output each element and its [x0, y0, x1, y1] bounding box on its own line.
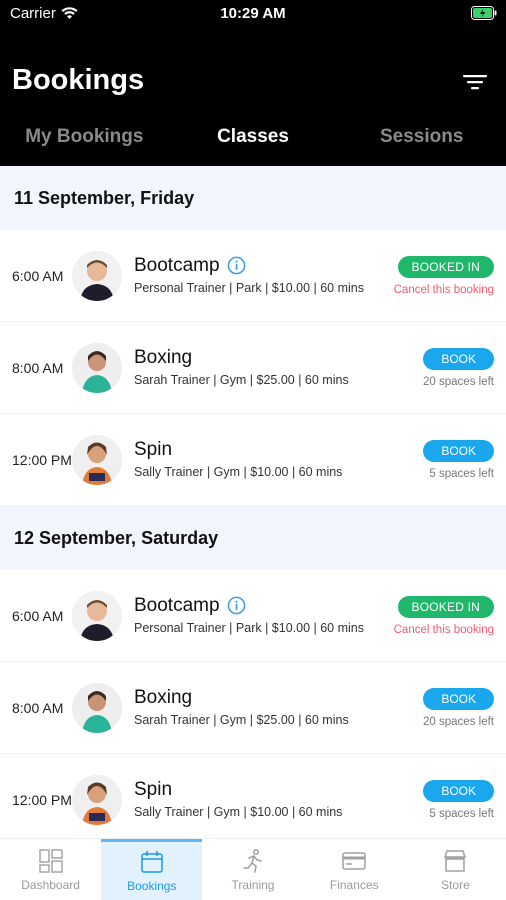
dashboard-icon [38, 848, 63, 873]
nav-training[interactable]: Training [202, 839, 303, 900]
class-row[interactable]: 8:00 AM Boxing Sarah Trainer | Gym | $25… [0, 322, 506, 414]
trainer-avatar [72, 342, 122, 393]
class-name: Bootcamp [134, 594, 220, 616]
booked-in-badge[interactable]: BOOKED IN [397, 255, 494, 278]
class-row[interactable]: 6:00 AM Bootcamp Personal Trainer | Park… [0, 230, 506, 322]
running-icon [243, 848, 262, 873]
class-details: Personal Trainer | Park | $10.00 | 60 mi… [134, 620, 364, 635]
info-icon[interactable] [227, 596, 246, 615]
nav-label: Training [231, 877, 275, 892]
trainer-avatar [72, 774, 122, 825]
book-button[interactable]: BOOK [423, 779, 494, 802]
bottom-nav: Dashboard Bookings Training Finances Sto… [0, 838, 506, 900]
class-details: Sarah Trainer | Gym | $25.00 | 60 mins [134, 372, 349, 387]
nav-label: Dashboard [21, 877, 80, 892]
book-button[interactable]: BOOK [423, 347, 494, 370]
spaces-left: 20 spaces left [423, 715, 494, 728]
tab-sessions[interactable]: Sessions [337, 118, 506, 158]
class-time: 8:00 AM [12, 699, 64, 716]
class-row[interactable]: 6:00 AM Bootcamp Personal Trainer | Park… [0, 570, 506, 662]
calendar-icon [141, 851, 163, 873]
class-details: Sally Trainer | Gym | $10.00 | 60 mins [134, 804, 343, 819]
nav-finances[interactable]: Finances [304, 839, 405, 900]
trainer-avatar [72, 434, 122, 485]
class-time: 6:00 AM [12, 607, 64, 624]
day-header: 11 September, Friday [0, 166, 506, 230]
spaces-left: 5 spaces left [429, 807, 494, 820]
class-details: Personal Trainer | Park | $10.00 | 60 mi… [134, 280, 364, 295]
cancel-booking-link[interactable]: Cancel this booking [394, 284, 494, 296]
class-time: 12:00 PM [12, 451, 72, 468]
tab-bar: My Bookings Classes Sessions [0, 118, 506, 158]
nav-label: Store [441, 877, 470, 892]
class-time: 6:00 AM [12, 267, 64, 284]
trainer-avatar [72, 682, 122, 733]
class-name: Boxing [134, 346, 193, 368]
class-name: Boxing [134, 686, 193, 708]
header-bar: Carrier 10:29 AM Bookings My Bookings Cl… [0, 0, 506, 166]
clock: 10:29 AM [220, 5, 286, 22]
filter-icon[interactable] [462, 72, 488, 92]
tab-classes[interactable]: Classes [169, 118, 338, 158]
class-details: Sarah Trainer | Gym | $25.00 | 60 mins [134, 712, 349, 727]
spaces-left: 20 spaces left [423, 375, 494, 388]
class-details: Sally Trainer | Gym | $10.00 | 60 mins [134, 464, 343, 479]
battery-icon [471, 6, 497, 20]
class-name: Spin [134, 438, 173, 460]
class-name: Bootcamp [134, 254, 220, 276]
trainer-avatar [72, 250, 122, 301]
nav-store[interactable]: Store [405, 839, 506, 900]
nav-dashboard[interactable]: Dashboard [0, 839, 101, 900]
class-time: 8:00 AM [12, 359, 64, 376]
class-name: Spin [134, 778, 173, 800]
tab-my-bookings[interactable]: My Bookings [0, 118, 169, 158]
day-header: 12 September, Saturday [0, 506, 506, 570]
nav-bookings[interactable]: Bookings [101, 839, 203, 900]
spaces-left: 5 spaces left [429, 467, 494, 480]
class-row[interactable]: 8:00 AM Boxing Sarah Trainer | Gym | $25… [0, 662, 506, 754]
booked-in-badge[interactable]: BOOKED IN [397, 595, 494, 618]
nav-label: Finances [329, 877, 379, 892]
page-title: Bookings [12, 64, 145, 96]
class-row[interactable]: 12:00 PM Spin Sally Trainer | Gym | $10.… [0, 754, 506, 838]
nav-label: Bookings [127, 879, 177, 893]
class-time: 12:00 PM [12, 791, 72, 808]
store-icon [444, 849, 467, 872]
cancel-booking-link[interactable]: Cancel this booking [394, 624, 494, 636]
info-icon[interactable] [227, 256, 246, 275]
class-list[interactable]: 11 September, Friday 6:00 AM Bootcamp Pe… [0, 166, 506, 838]
book-button[interactable]: BOOK [423, 439, 494, 462]
status-bar: Carrier 10:29 AM [0, 0, 506, 30]
credit-card-icon [342, 851, 366, 870]
book-button[interactable]: BOOK [423, 687, 494, 710]
trainer-avatar [72, 590, 122, 641]
class-row[interactable]: 12:00 PM Spin Sally Trainer | Gym | $10.… [0, 414, 506, 506]
